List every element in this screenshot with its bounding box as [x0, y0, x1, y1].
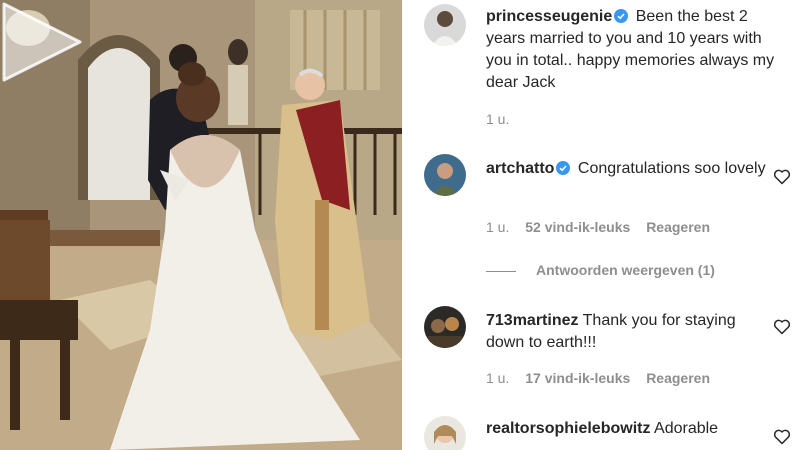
comment-body: realtorsophielebowitz Adorable — [486, 418, 766, 440]
caption-body: princesseugenie Been the best 2 years ma… — [486, 6, 786, 94]
comment-text: Congratulations soo lovely — [577, 160, 766, 177]
view-replies-button[interactable]: Antwoorden weergeven (1) — [486, 262, 715, 278]
comment-username[interactable]: realtorsophielebowitz — [486, 420, 650, 437]
avatar-image — [424, 416, 466, 450]
comment-item: 713martinez Thank you for staying down t… — [402, 300, 805, 400]
avatar[interactable] — [424, 154, 466, 196]
comment-username[interactable]: 713martinez — [486, 312, 579, 329]
view-replies-label: Antwoorden weergeven (1) — [536, 262, 715, 278]
comment-username[interactable]: artchatto — [486, 160, 554, 177]
caption-username[interactable]: princesseugenie — [486, 8, 612, 25]
avatar-image — [424, 306, 466, 348]
reply-button[interactable]: Reageren — [646, 219, 710, 235]
post-media[interactable] — [0, 0, 402, 450]
caption-meta: 1 u. — [486, 111, 521, 127]
heart-icon[interactable] — [773, 168, 791, 186]
avatar[interactable] — [424, 4, 466, 46]
comment-meta: 1 u. 52 vind-ik-leuks Reageren — [486, 219, 722, 235]
heart-icon[interactable] — [773, 428, 791, 446]
reply-button[interactable]: Reageren — [646, 370, 710, 386]
replies-divider — [486, 270, 516, 272]
avatar-image — [424, 154, 466, 196]
verified-badge-icon — [556, 161, 571, 175]
comment-likes[interactable]: 17 vind-ik-leuks — [525, 370, 630, 386]
comment-body: 713martinez Thank you for staying down t… — [486, 310, 766, 354]
avatar-image — [424, 4, 466, 46]
avatar[interactable] — [424, 416, 466, 450]
caption-time: 1 u. — [486, 111, 510, 127]
comment-item: realtorsophielebowitz Adorable — [402, 410, 805, 450]
comments-panel[interactable]: princesseugenie Been the best 2 years ma… — [402, 0, 805, 450]
verified-badge-icon — [614, 9, 629, 23]
comment-meta: 1 u. 17 vind-ik-leuks Reageren — [486, 370, 722, 386]
avatar[interactable] — [424, 306, 466, 348]
comment-likes[interactable]: 52 vind-ik-leuks — [525, 219, 630, 235]
comment-time: 1 u. — [486, 219, 510, 235]
heart-icon[interactable] — [773, 318, 791, 336]
comment-text: Adorable — [654, 420, 719, 437]
comment-time: 1 u. — [486, 370, 510, 386]
comment-body: artchatto Congratulations soo lovely — [486, 158, 766, 180]
play-icon[interactable] — [0, 0, 84, 84]
